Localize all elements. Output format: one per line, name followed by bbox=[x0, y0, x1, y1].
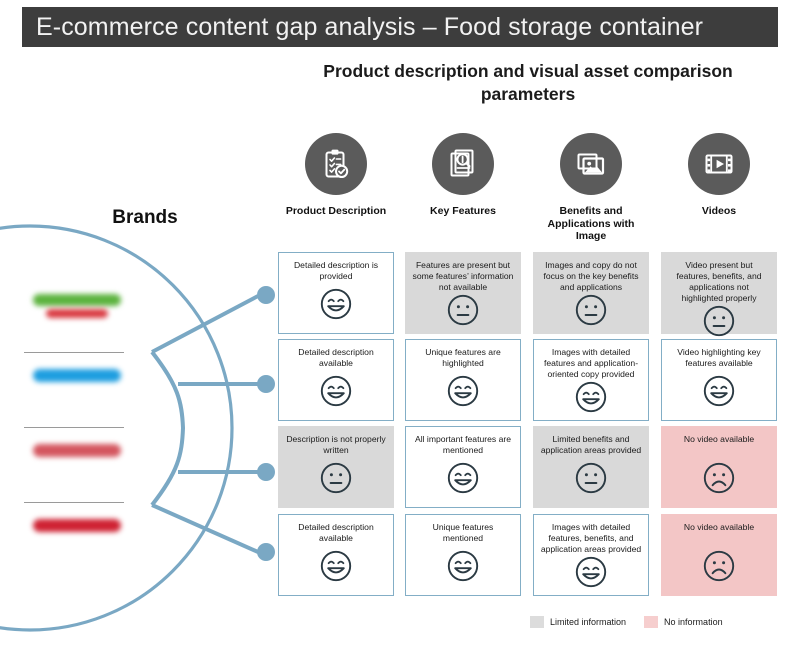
neutral-face-icon bbox=[446, 293, 480, 332]
brand-logo-item bbox=[22, 438, 132, 513]
brand-divider bbox=[24, 427, 124, 428]
image-stack-icon bbox=[560, 133, 622, 195]
brand-logo-item bbox=[22, 513, 132, 588]
matrix-cell[interactable]: Images and copy do not focus on the key … bbox=[533, 252, 649, 334]
brand-logo-bar bbox=[33, 369, 121, 382]
neutral-face-icon bbox=[319, 461, 353, 500]
matrix-cell[interactable]: Video present but features, benefits, an… bbox=[661, 252, 777, 337]
matrix-cell[interactable]: Limited benefits and application areas p… bbox=[533, 426, 649, 508]
happy-face-icon bbox=[446, 374, 480, 413]
happy-face-icon bbox=[446, 461, 480, 500]
matrix-cell-text: Video highlighting key features availabl… bbox=[677, 347, 761, 368]
legend-swatch bbox=[644, 616, 659, 628]
matrix-cell-text: Description is not properly written bbox=[286, 434, 386, 455]
legend-label: No information bbox=[664, 617, 723, 627]
matrix-cell[interactable]: No video available bbox=[661, 514, 777, 596]
brand-divider bbox=[24, 352, 124, 353]
happy-face-icon bbox=[574, 555, 608, 594]
sad-face-icon bbox=[702, 549, 736, 588]
legend-label: Limited information bbox=[550, 617, 627, 627]
brand-logo-list bbox=[22, 288, 132, 588]
document-search-icon bbox=[432, 133, 494, 195]
matrix-cell[interactable]: Detailed description available bbox=[278, 514, 394, 596]
matrix-cell[interactable]: Features are present but some features’ … bbox=[405, 252, 521, 334]
happy-face-icon bbox=[702, 374, 736, 413]
legend-item-1: Limited information bbox=[530, 616, 626, 628]
connector-node-3 bbox=[257, 463, 275, 481]
neutral-face-icon bbox=[574, 461, 608, 500]
column-header-1: Product Description bbox=[278, 133, 394, 218]
matrix-cell-text: Detailed description available bbox=[298, 347, 374, 368]
matrix-cell[interactable]: Images with detailed features and applic… bbox=[533, 339, 649, 421]
matrix-cell-text: Unique features are highlighted bbox=[425, 347, 501, 368]
column-header-label: Product Description bbox=[285, 205, 387, 217]
column-header-label: Key Features bbox=[430, 205, 496, 217]
brand-logo-item bbox=[22, 288, 132, 363]
brand-logo-3 bbox=[22, 438, 132, 457]
brand-logo-1 bbox=[22, 288, 132, 318]
matrix-cell-text: Images with detailed features, benefits,… bbox=[540, 522, 642, 554]
connector-node-4 bbox=[257, 543, 275, 561]
clipboard-check-icon bbox=[305, 133, 367, 195]
brand-divider bbox=[24, 502, 124, 503]
happy-face-icon bbox=[319, 287, 353, 326]
matrix-cell[interactable]: All important features are mentioned bbox=[405, 426, 521, 508]
brand-logo-bar bbox=[46, 309, 108, 318]
neutral-face-icon bbox=[574, 293, 608, 332]
column-header-2: Key Features bbox=[405, 133, 521, 218]
matrix-cell[interactable]: Detailed description available bbox=[278, 339, 394, 421]
brand-logo-bar bbox=[33, 294, 121, 306]
connector-trunk bbox=[150, 350, 186, 507]
legend: Limited information No information bbox=[530, 616, 723, 628]
brand-logo-bar bbox=[33, 519, 121, 532]
matrix-cell[interactable]: Unique features are highlighted bbox=[405, 339, 521, 421]
brand-logo-bar bbox=[33, 444, 121, 457]
matrix-cell-text: No video available bbox=[683, 434, 755, 444]
matrix-cell-text: Detailed description is provided bbox=[293, 260, 379, 281]
connector-node-1 bbox=[257, 286, 275, 304]
subtitle: Product description and visual asset com… bbox=[323, 61, 733, 104]
happy-face-icon bbox=[446, 549, 480, 588]
matrix-cell-text: Features are present but some features’ … bbox=[412, 260, 514, 292]
brand-logo-item bbox=[22, 363, 132, 438]
connector-node-2 bbox=[257, 375, 275, 393]
matrix-cell-text: Images and copy do not focus on the key … bbox=[543, 260, 639, 292]
matrix-cell-text: Detailed description available bbox=[298, 522, 374, 543]
sad-face-icon bbox=[702, 461, 736, 500]
matrix-cell[interactable]: Detailed description is provided bbox=[278, 252, 394, 334]
matrix-cell-text: Limited benefits and application areas p… bbox=[540, 434, 642, 455]
column-header-label: Videos bbox=[701, 205, 737, 217]
matrix-cell-text: Video present but features, benefits, an… bbox=[676, 260, 762, 303]
happy-face-icon bbox=[319, 374, 353, 413]
matrix-cell-text: All important features are mentioned bbox=[414, 434, 511, 455]
matrix-cell-text: No video available bbox=[683, 522, 755, 532]
column-header-label: Benefits and Applications with Image bbox=[547, 205, 635, 242]
happy-face-icon bbox=[574, 380, 608, 419]
legend-item-2: No information bbox=[644, 616, 723, 628]
video-film-icon bbox=[688, 133, 750, 195]
connector-branch-4 bbox=[151, 503, 259, 554]
connector-branch-1 bbox=[151, 294, 259, 354]
legend-swatch bbox=[530, 616, 544, 628]
brand-logo-2 bbox=[22, 363, 132, 382]
brand-logo-4 bbox=[22, 513, 132, 532]
matrix-cell[interactable]: Unique features mentioned bbox=[405, 514, 521, 596]
neutral-face-icon bbox=[702, 304, 736, 343]
matrix-cell-text: Unique features mentioned bbox=[432, 522, 494, 543]
matrix-cell-text: Images with detailed features and applic… bbox=[543, 347, 639, 379]
matrix-cell[interactable]: Images with detailed features, benefits,… bbox=[533, 514, 649, 596]
matrix-cell[interactable]: No video available bbox=[661, 426, 777, 508]
column-header-4: Videos bbox=[661, 133, 777, 218]
matrix-cell[interactable]: Description is not properly written bbox=[278, 426, 394, 508]
column-header-3: Benefits and Applications with Image bbox=[533, 133, 649, 243]
matrix-cell[interactable]: Video highlighting key features availabl… bbox=[661, 339, 777, 421]
happy-face-icon bbox=[319, 549, 353, 588]
